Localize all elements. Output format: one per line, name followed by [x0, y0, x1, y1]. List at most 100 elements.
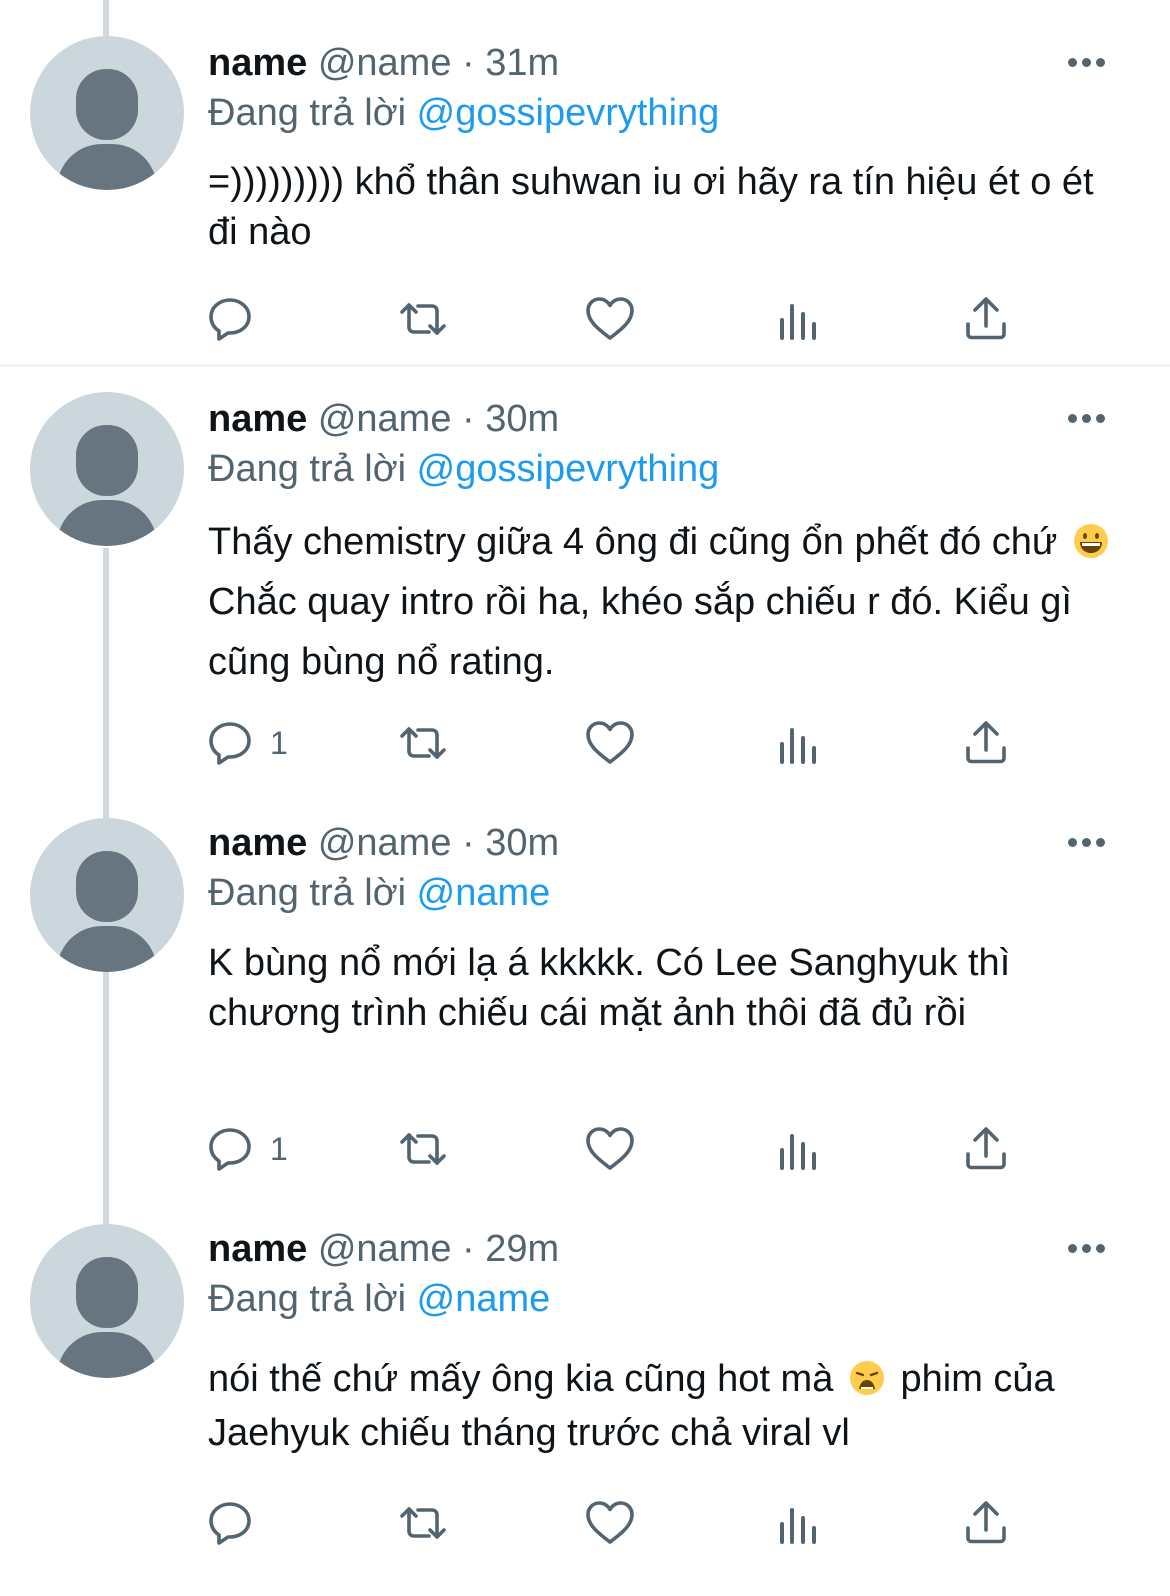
reply-prefix: Đang trả lời	[208, 92, 407, 134]
avatar[interactable]	[30, 818, 184, 972]
reply-button[interactable]	[208, 1498, 270, 1548]
tweet-header: name @name · 30m	[208, 396, 559, 442]
avatar[interactable]	[30, 36, 184, 190]
reply-mention-link[interactable]: @name	[417, 872, 551, 914]
like-button[interactable]	[584, 1498, 636, 1548]
action-bar	[0, 294, 1170, 344]
separator-dot: ·	[462, 1228, 475, 1270]
separator-dot: ·	[462, 42, 475, 84]
tweet-header: name @name · 29m	[208, 1226, 559, 1272]
reply-bubble-icon	[209, 298, 251, 341]
tweet-text: =))))))))) khổ thân suhwan iu ơi hãy ra …	[208, 157, 1128, 257]
replying-to: Đang trả lời @gossipevrything	[208, 90, 719, 136]
like-button[interactable]	[584, 294, 636, 344]
analytics-icon	[780, 1508, 816, 1544]
user-handle[interactable]: @name	[318, 398, 452, 440]
tweet-text-part: K bùng nổ mới lạ á kkkkk. Có Lee Sanghyu…	[208, 942, 1011, 1034]
tweet-3[interactable]: name @name · 30m Đang trả lời @name K bù…	[0, 798, 1170, 1198]
reply-mention-link[interactable]: @name	[417, 1278, 551, 1320]
tweet-text: Thấy chemistry giữa 4 ông đi cũng ổn phế…	[208, 512, 1128, 692]
replying-to: Đang trả lời @name	[208, 1276, 550, 1322]
retweet-button[interactable]	[396, 718, 450, 768]
retweet-button[interactable]	[396, 1498, 450, 1548]
heart-icon	[586, 297, 634, 340]
analytics-icon	[780, 1134, 816, 1170]
share-icon	[966, 1127, 1006, 1170]
reply-count: 1	[270, 1130, 288, 1167]
tweet-2[interactable]: name @name · 30m Đang trả lời @gossipevr…	[0, 368, 1170, 798]
views-button[interactable]	[776, 718, 820, 768]
separator-dot: ·	[462, 822, 475, 864]
reply-prefix: Đang trả lời	[208, 1278, 407, 1320]
views-button[interactable]	[776, 1124, 820, 1174]
weary-face-emoji	[849, 1361, 884, 1395]
tweet-text-part: Thấy chemistry giữa 4 ông đi cũng ổn phế…	[208, 521, 1058, 563]
reply-mention-link[interactable]: @gossipevrything	[417, 448, 720, 490]
analytics-icon	[780, 304, 816, 340]
share-icon	[966, 1501, 1006, 1544]
more-dots-icon[interactable]	[1064, 412, 1108, 424]
separator-dot: ·	[462, 398, 475, 440]
tweet-text: nói thế chứ mấy ông kia cũng hot mà phim…	[208, 1352, 1128, 1460]
like-button[interactable]	[584, 718, 636, 768]
retweet-icon	[400, 1133, 446, 1165]
display-name[interactable]: name	[208, 1228, 307, 1270]
tweet-text: K bùng nổ mới lạ á kkkkk. Có Lee Sanghyu…	[208, 938, 1088, 1038]
tweet-1[interactable]: name @name · 31m Đang trả lời @gossipevr…	[0, 0, 1170, 366]
share-button[interactable]	[962, 294, 1010, 344]
heart-icon	[586, 1127, 634, 1170]
share-button[interactable]	[962, 1124, 1010, 1174]
avatar[interactable]	[30, 1224, 184, 1378]
user-handle[interactable]: @name	[318, 42, 452, 84]
display-name[interactable]: name	[208, 42, 307, 84]
retweet-icon	[400, 303, 446, 335]
tweet-divider	[0, 364, 1170, 367]
reply-bubble-icon	[209, 722, 251, 765]
reply-prefix: Đang trả lời	[208, 448, 407, 490]
reply-bubble-icon	[209, 1502, 251, 1545]
reply-mention-link[interactable]: @gossipevrything	[417, 92, 720, 134]
retweet-icon	[400, 1507, 446, 1539]
timestamp[interactable]: 30m	[485, 398, 559, 440]
more-dots-icon[interactable]	[1064, 1242, 1108, 1254]
user-handle[interactable]: @name	[318, 1228, 452, 1270]
tweet-header: name @name · 31m	[208, 40, 559, 86]
action-bar	[0, 1498, 1170, 1548]
avatar[interactable]	[30, 392, 184, 546]
timestamp[interactable]: 31m	[485, 42, 559, 84]
analytics-icon	[780, 728, 816, 764]
views-button[interactable]	[776, 1498, 820, 1548]
share-button[interactable]	[962, 1498, 1010, 1548]
action-bar: 1	[0, 718, 1170, 768]
share-button[interactable]	[962, 718, 1010, 768]
heart-icon	[586, 721, 634, 764]
action-bar: 1	[0, 1124, 1170, 1174]
reply-count: 1	[270, 724, 288, 761]
user-handle[interactable]: @name	[318, 822, 452, 864]
reply-button[interactable]: 1	[208, 1124, 288, 1174]
tweet-text-part: Chắc quay intro rồi ha, khéo sắp chiếu r…	[208, 581, 1072, 683]
timestamp[interactable]: 30m	[485, 822, 559, 864]
more-dots-icon[interactable]	[1064, 836, 1108, 848]
tweet-header: name @name · 30m	[208, 820, 559, 866]
share-icon	[966, 721, 1006, 764]
display-name[interactable]: name	[208, 822, 307, 864]
heart-icon	[586, 1501, 634, 1544]
replying-to: Đang trả lời @name	[208, 870, 550, 916]
grinning-face-emoji	[1073, 524, 1108, 558]
tweet-text-part: nói thế chứ mấy ông kia cũng hot mà	[208, 1358, 834, 1400]
retweet-button[interactable]	[396, 1124, 450, 1174]
display-name[interactable]: name	[208, 398, 307, 440]
retweet-button[interactable]	[396, 294, 450, 344]
reply-button[interactable]: 1	[208, 718, 288, 768]
share-icon	[966, 297, 1006, 340]
views-button[interactable]	[776, 294, 820, 344]
timestamp[interactable]: 29m	[485, 1228, 559, 1270]
like-button[interactable]	[584, 1124, 636, 1174]
reply-button[interactable]	[208, 294, 270, 344]
reply-bubble-icon	[209, 1128, 251, 1171]
more-dots-icon[interactable]	[1064, 56, 1108, 68]
replying-to: Đang trả lời @gossipevrything	[208, 446, 719, 492]
tweet-4[interactable]: name @name · 29m Đang trả lời @name nói …	[0, 1204, 1170, 1596]
reply-prefix: Đang trả lời	[208, 872, 407, 914]
